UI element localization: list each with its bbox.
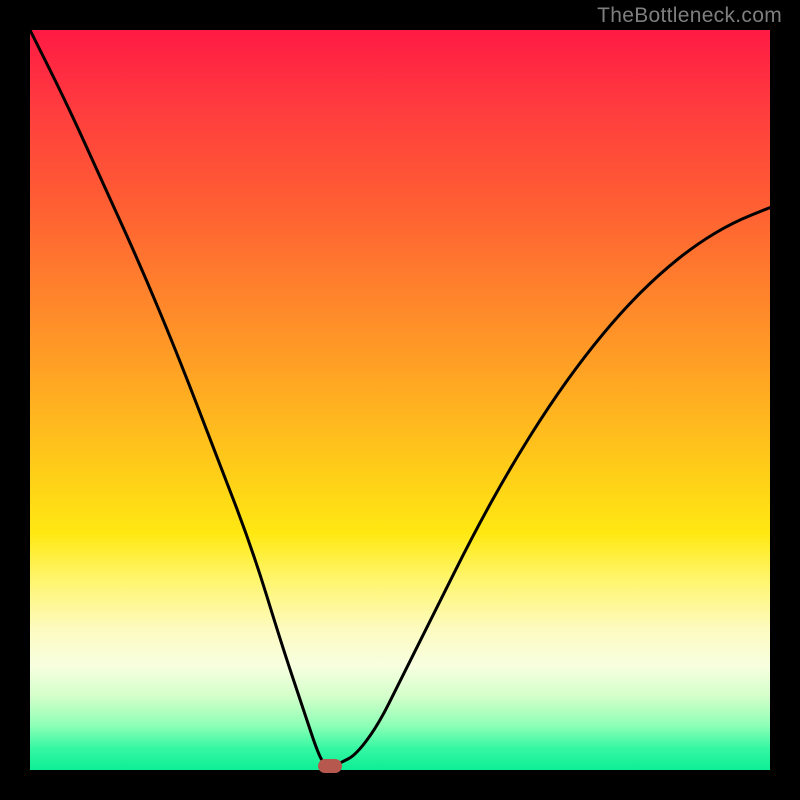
chart-frame: TheBottleneck.com — [0, 0, 800, 800]
optimal-point-marker — [318, 759, 342, 773]
chart-curve-layer — [30, 30, 770, 770]
watermark-text: TheBottleneck.com — [597, 4, 782, 28]
bottleneck-curve — [30, 30, 770, 766]
